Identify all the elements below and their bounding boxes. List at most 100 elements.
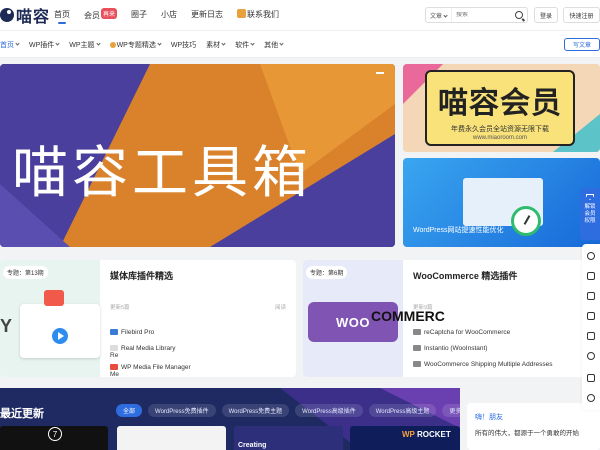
- subnav-wp-themes[interactable]: WP主题: [69, 40, 101, 50]
- post-thumbnail[interactable]: [117, 426, 226, 450]
- subnav-other-label: 其他: [264, 42, 279, 49]
- subnav-other[interactable]: 其他: [264, 40, 284, 50]
- latest-updates-section: 最近更新 全部 WordPress免费插件 WordPress免费主题 Word…: [0, 388, 460, 450]
- subnav-wp-plugins[interactable]: WP插件: [29, 40, 60, 50]
- logo-cat-icon: [0, 8, 14, 22]
- nav-home[interactable]: 首页: [54, 9, 70, 24]
- rocket-wp-label: WP: [402, 430, 415, 439]
- member-promo-card[interactable]: 喵容会员 年费永久会员全站资源无限下载 www.miaoroom.com: [403, 64, 600, 152]
- wp-topic-icon: [109, 42, 116, 48]
- site-logo[interactable]: 喵容: [0, 4, 50, 26]
- topic-card-media-library[interactable]: Y 专题：第13期 媒体库插件精选 更新5篇 阅读 Filebird Pro R…: [0, 260, 296, 377]
- hero-title: 喵容工具箱: [12, 141, 312, 206]
- topic-title[interactable]: 媒体库插件精选: [110, 269, 173, 282]
- nav-circle[interactable]: 圈子: [131, 9, 147, 20]
- search-input[interactable]: [452, 12, 503, 18]
- subnav-software[interactable]: 软件: [235, 40, 255, 50]
- plugin-thumb-icon: [413, 345, 421, 351]
- search-category-select[interactable]: 文章: [426, 8, 453, 22]
- list-item-overflow: Re: [110, 352, 119, 359]
- floating-toolbar: [582, 244, 600, 410]
- pill-premium-plugins[interactable]: WordPress高级插件: [295, 404, 363, 417]
- nav-member[interactable]: 会员 再来: [84, 8, 118, 21]
- list-item-label: Real Media Library: [121, 344, 176, 352]
- chevron-down-icon: [221, 41, 226, 46]
- register-button[interactable]: 快速注册: [563, 7, 600, 23]
- speed-gauge-icon: [511, 206, 541, 236]
- pill-premium-themes[interactable]: WordPress高级主题: [368, 404, 437, 417]
- cart-icon[interactable]: [587, 272, 595, 280]
- topic-item-list: Filebird Pro Real Media Library Re WP Me…: [110, 324, 191, 377]
- search-icon[interactable]: [515, 11, 523, 19]
- list-item[interactable]: WooCommerce Shipping Multiple Addresses: [413, 356, 553, 372]
- post-thumbnail[interactable]: Creating: [234, 426, 343, 450]
- chevron-down-icon: [443, 12, 448, 18]
- post-thumbnail[interactable]: WP ROCKET: [350, 426, 460, 450]
- chevron-down-icon: [250, 41, 255, 46]
- subnav-wp-tips[interactable]: WP技巧: [171, 40, 196, 50]
- nav-contact[interactable]: 联系我们: [237, 9, 279, 20]
- subnav-materials[interactable]: 素材: [206, 40, 226, 50]
- plugin-thumb-icon: [413, 329, 421, 335]
- member-subtitle: 年费永久会员全站资源无限下载: [451, 126, 549, 133]
- speed-optimization-card[interactable]: WordPress网站提速性能优化: [403, 158, 600, 247]
- pill-all[interactable]: 全部: [116, 404, 143, 417]
- subnav-software-label: 软件: [235, 42, 250, 49]
- hero-indicator: [376, 72, 384, 74]
- mail-icon[interactable]: [587, 332, 595, 340]
- search-box: 文章: [425, 7, 528, 23]
- filter-pills: 全部 WordPress免费插件 WordPress免费主题 WordPress…: [116, 404, 460, 417]
- thumb-caption: Creating: [238, 442, 267, 449]
- greeting-card: 嗨！朋友 所有的伟大，都源于一个勇敢的开始: [467, 403, 600, 450]
- chevron-down-icon: [95, 41, 101, 46]
- pill-free-themes[interactable]: WordPress免费主题: [221, 404, 290, 417]
- greeting-hi: 嗨！朋友: [475, 414, 503, 421]
- subnav-home[interactable]: 首页: [0, 40, 20, 50]
- latest-title: 最近更新: [0, 408, 44, 420]
- diamond-icon: [586, 194, 594, 200]
- user-icon[interactable]: [587, 252, 595, 260]
- topic-card-woocommerce[interactable]: WOO 专题：第6期 COMMERC WooCommerce 精选插件 更新9篇…: [303, 260, 600, 377]
- list-item[interactable]: reCaptcha for WooCommerce: [413, 324, 553, 340]
- main-nav: 首页 会员 再来 圈子 小店 更新日志 联系我们: [54, 8, 293, 24]
- unlock-vip-button[interactable]: 解锁会员权限: [580, 188, 600, 240]
- pill-more[interactable]: 更多 ›: [442, 404, 460, 417]
- topic-meta-count: 更新5篇: [110, 305, 130, 311]
- chevron-down-icon: [279, 41, 284, 46]
- member-badge-box: 喵容会员 年费永久会员全站资源无限下载 www.miaoroom.com: [425, 70, 575, 146]
- bookmark-icon[interactable]: [587, 292, 595, 300]
- notification-icon[interactable]: [587, 394, 595, 402]
- topic-cover-image: Y 专题：第13期: [0, 260, 100, 377]
- login-button[interactable]: 登录: [534, 7, 558, 23]
- qrcode-icon[interactable]: [587, 374, 595, 382]
- chevron-down-icon: [157, 41, 162, 46]
- hero-banner[interactable]: 喵容工具箱: [0, 64, 395, 247]
- subnav-wp-themes-label: WP主题: [69, 42, 95, 49]
- search-icon[interactable]: [587, 352, 595, 360]
- post-thumbnail[interactable]: 7: [0, 426, 108, 450]
- nav-changelog[interactable]: 更新日志: [191, 9, 223, 20]
- plugin-thumb-icon: [413, 361, 421, 367]
- list-item[interactable]: Filebird Pro: [110, 324, 191, 340]
- subnav-materials-label: 素材: [206, 42, 221, 49]
- nav-shop[interactable]: 小店: [161, 9, 177, 20]
- gift-icon[interactable]: [587, 312, 595, 320]
- list-item[interactable]: Instantio (WooInstant): [413, 340, 553, 356]
- pill-free-plugins[interactable]: WordPress免费插件: [148, 404, 216, 417]
- write-article-label: 写文章: [572, 43, 591, 49]
- logo-text: 喵容: [16, 9, 51, 26]
- topic-meta-count: 更新9篇: [413, 305, 433, 311]
- chevron-down-icon: [55, 41, 60, 46]
- unlock-vip-label: 解锁会员权限: [584, 204, 596, 224]
- topic-title[interactable]: WooCommerce 精选插件: [413, 269, 517, 282]
- topic-meta-views: 阅读: [275, 305, 287, 311]
- list-item-label: Filebird Pro: [121, 328, 155, 336]
- list-item-label: reCaptcha for WooCommerce: [424, 328, 511, 336]
- write-article-button[interactable]: 写文章: [564, 38, 600, 51]
- cover-letter: Y: [0, 316, 13, 336]
- rocket-name-label: ROCKET: [416, 430, 451, 439]
- woocommerce-logo-text: COMMERC: [371, 308, 445, 324]
- subnav-wp-topics[interactable]: WP专题精选: [109, 40, 162, 50]
- nav-member-label: 会员: [84, 11, 100, 20]
- chevron-down-icon: [15, 41, 20, 46]
